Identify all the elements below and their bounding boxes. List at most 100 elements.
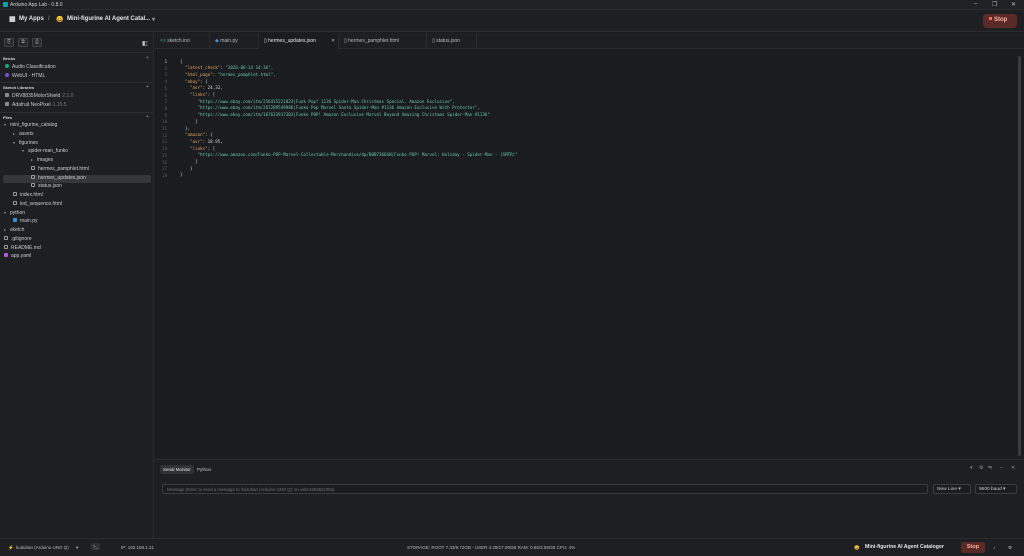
maximize-icon[interactable]: ❐ (992, 1, 997, 8)
tab-main-py[interactable]: ◆ main.py (210, 33, 259, 49)
file-tree-label: app.yaml (11, 253, 32, 260)
file-tree-item[interactable]: hermes_pamphlet.html (31, 165, 89, 174)
code-line: "https://www.ebay.com/itm/267289549986|F… (180, 105, 480, 110)
file-tree-item[interactable]: ▸ images (31, 157, 53, 165)
device-selector[interactable]: kuituhan (Arduino UNO Q) (16, 545, 69, 550)
chevron-down-icon[interactable]: ▾ (13, 140, 15, 145)
file-icon (13, 200, 17, 205)
bottom-panel: Serial Monitor Python ▾ ⚙ ⇋ – ✕ Message … (155, 459, 1024, 538)
chevron-down-icon[interactable]: ▾ (22, 148, 24, 153)
line-number: 14 (162, 146, 167, 152)
json-punct: } (180, 172, 183, 178)
code-line: "ebay": { (180, 79, 208, 84)
duplicate-icon[interactable]: ⧉ (18, 38, 28, 47)
chevron-down-icon[interactable]: ▾ (76, 545, 78, 551)
line-number: 16 (162, 159, 167, 165)
my-apps-link[interactable]: My Apps (19, 16, 44, 22)
file-tree-item[interactable]: main.py (13, 218, 38, 226)
file-tree-label: images (37, 157, 54, 163)
file-tree-item[interactable]: index.html (13, 192, 43, 200)
python-icon: ◆ (215, 38, 219, 44)
brick-item[interactable]: WebUI - HTML (5, 73, 45, 81)
serial-message-input[interactable]: Message (Enter to send a message to 'kui… (162, 484, 928, 494)
window-title: Arduino App Lab - 0.8.0 (10, 2, 63, 8)
tab-hermes-updates-json[interactable]: ▯ hermes_updates.json ✕ (259, 33, 339, 49)
chevron-down-icon[interactable]: ▾ (970, 465, 973, 471)
json-value: "2026-06-14 14:36", (225, 65, 274, 71)
chevron-down-icon[interactable]: ▾ (4, 122, 6, 127)
file-tree-item[interactable]: ▾ mini_figurine_catalog (4, 122, 57, 130)
file-tree-item[interactable]: .gitignore (4, 235, 32, 244)
line-number: 8 (164, 105, 167, 111)
line-number: 6 (164, 92, 167, 98)
chevron-right-icon[interactable]: ▸ (31, 157, 33, 162)
chevron-right-icon[interactable]: ▸ (4, 227, 6, 232)
tab-hermes-pamphlet-html[interactable]: ▯ hermes_pamphlet.html (339, 33, 427, 49)
brick-icon (5, 73, 9, 77)
file-tree-item[interactable]: ▾ python (4, 210, 25, 218)
file-tree-label: README.md (11, 244, 41, 251)
brick-label: Audio Classification (12, 64, 56, 70)
chevron-down-icon[interactable]: ▾ (152, 16, 155, 23)
settings-icon[interactable]: ⚙ (1008, 545, 1012, 551)
json-value: "https://www.ebay.com/itm/256415221023|F… (197, 98, 455, 104)
stop-button[interactable]: Stop (983, 14, 1017, 28)
tab-status-json[interactable]: ▯ status.json (427, 33, 477, 49)
file-tree-item[interactable]: ▾ figurines (13, 140, 38, 148)
divider (0, 52, 154, 53)
minimize-panel-icon[interactable]: – (1000, 465, 1003, 471)
tab-python[interactable]: Python (194, 465, 214, 474)
json-key: "links" (190, 92, 208, 97)
apps-grid-icon[interactable]: ▦ (9, 15, 16, 23)
tab-sketch-ino[interactable]: <> sketch.ino (155, 33, 210, 49)
close-panel-icon[interactable]: ✕ (1011, 465, 1015, 471)
chevron-down-icon[interactable]: ▾ (4, 210, 6, 215)
notifications-icon[interactable]: ♪ (993, 545, 995, 550)
close-icon[interactable]: ✕ (1011, 1, 1016, 8)
file-tree-item[interactable]: ▾ spider-man_funko (22, 148, 68, 156)
code-editor[interactable]: 1 {2 "latest_check": "2026-06-14 14:36", 3 "… (155, 50, 1024, 458)
json-punct: : { (205, 132, 213, 138)
tab-serial-monitor[interactable]: Serial Monitor (160, 465, 194, 474)
stop-app-button[interactable]: Stop (961, 542, 985, 553)
terminal-icon[interactable]: >_ (91, 543, 101, 550)
file-tree-item[interactable]: ▸ assets (13, 131, 33, 139)
stop-button-label: Stop (994, 17, 1008, 23)
add-file-icon[interactable]: + (146, 114, 149, 120)
code-line: "links": [ (180, 146, 215, 151)
swap-icon[interactable]: ⇋ (988, 465, 992, 471)
export-icon[interactable]: ⎙ (32, 38, 42, 47)
file-tree-label: spider-man_funko (28, 148, 69, 155)
file-icon: ▯ (264, 38, 267, 44)
minimize-icon[interactable]: – (974, 1, 977, 7)
json-punct: : 24.32, (202, 85, 223, 91)
brick-item[interactable]: Audio Classification (5, 64, 56, 72)
collapse-sidebar-icon[interactable]: ◧ (142, 40, 148, 47)
json-value: "hermes_pamphlet.html", (217, 71, 276, 77)
library-item[interactable]: Adafruit NeoPixel 1.15.5 (5, 102, 67, 110)
json-punct: : 18.95, (202, 138, 223, 144)
file-tree-item[interactable]: status.json (31, 183, 62, 191)
file-tree-item[interactable]: ▸ sketch (4, 227, 24, 235)
file-tree-item[interactable]: led_sequence.html (13, 200, 62, 209)
chevron-right-icon[interactable]: ▸ (13, 131, 15, 136)
settings-icon[interactable]: ⚙ (979, 465, 983, 471)
app-header: ▦ My Apps / 😀 Mini-figurine AI Agent Cat… (0, 10, 1024, 32)
line-ending-select[interactable]: New Line ▾ (933, 484, 971, 494)
file-tree-item[interactable]: hermes_updates.json (31, 174, 86, 183)
editor-scrollbar[interactable] (1018, 56, 1021, 456)
close-tab-icon[interactable]: ✕ (331, 38, 335, 44)
library-item[interactable]: DRV8835MotorShield 2.1.0 (5, 93, 73, 101)
breadcrumb-separator: / (48, 16, 50, 22)
file-tree-item[interactable]: app.yaml (4, 253, 31, 261)
add-library-icon[interactable]: + (146, 84, 149, 90)
file-tree-item[interactable]: README.md (4, 244, 41, 253)
json-punct: : [ (207, 92, 216, 97)
json-punct: : [ (207, 145, 216, 151)
code-line: "avr": 24.32, (180, 85, 223, 90)
copy-icon[interactable]: ⎘ (4, 38, 14, 47)
app-name[interactable]: Mini-figurine AI Agent Catal... (67, 16, 150, 22)
add-brick-icon[interactable]: + (146, 55, 149, 61)
baud-rate-select[interactable]: 9600 baud ▾ (975, 484, 1017, 494)
library-version: 1.15.5 (52, 102, 67, 108)
